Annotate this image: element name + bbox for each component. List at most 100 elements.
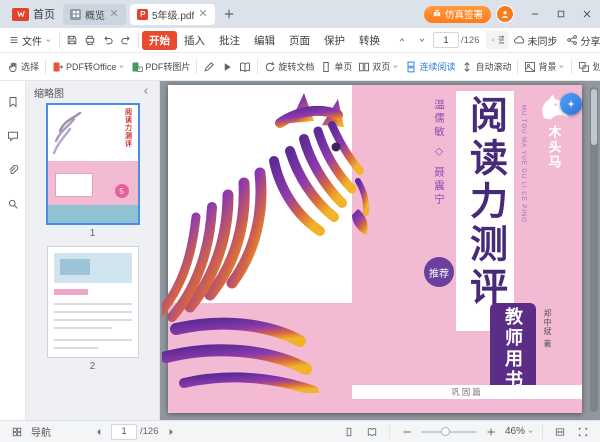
continuous-read-label: 连续阅读 [419,60,455,73]
zoom-slider[interactable] [421,431,477,433]
navigation-icon[interactable] [8,423,26,441]
fit-width-icon[interactable] [551,423,569,441]
read-mode-icon[interactable] [236,58,254,76]
page-total-label: /126 [461,35,480,46]
menu-tab-protect[interactable]: 保护 [317,31,352,50]
pdf-page-1: 温儒敏 ◇ 聂震宁 推荐 阅读力测评 MU TOU MA YUE DU LI C… [168,85,582,413]
home-button[interactable]: 首页 [4,0,63,28]
divider [59,33,60,48]
recommenders-text: 温儒敏 ◇ 聂震宁 [432,99,447,207]
background-button[interactable]: 背景 [521,58,568,75]
tab-overview[interactable]: 概览 [63,4,126,25]
window-tab-bar: 首页 概览 5年级.pdf 仿 [0,0,600,28]
book-view-icon[interactable] [363,423,381,441]
pdf-to-image-button[interactable]: PDF转图片 [128,58,193,75]
new-tab-button[interactable] [219,4,239,24]
menu-tab-start[interactable]: 开始 [142,31,177,50]
close-tab-icon[interactable] [109,8,119,21]
thumbnail-page-2[interactable] [47,246,139,358]
collapse-panel-icon[interactable] [141,86,151,99]
play-icon[interactable] [218,58,236,76]
brand-name: 木头马 [545,125,564,170]
search-box[interactable] [486,31,509,49]
pdf-reader-window: 首页 概览 5年级.pdf 仿 [0,0,600,442]
fullscreen-icon[interactable] [574,423,592,441]
divider [571,59,572,74]
single-page-label: 单页 [334,60,352,73]
close-tab-icon[interactable] [198,8,208,21]
next-page-icon[interactable] [413,31,431,49]
select-tool-button[interactable]: 选择 [4,58,42,75]
comment-panel-icon[interactable] [4,127,22,145]
thumbnail-panel-header: 缩略图 [26,81,159,103]
attachment-panel-icon[interactable] [4,161,22,179]
tab-document[interactable]: 5年级.pdf [130,4,215,25]
pdf-file-icon [137,9,148,20]
bookmark-panel-icon[interactable] [4,93,22,111]
thumbnail-1-title: 阅读力测评 [123,108,133,148]
print-icon[interactable] [81,31,99,49]
recommend-badge: 推荐 [424,257,454,287]
single-page-view-icon[interactable] [340,423,358,441]
pdf-to-office-button[interactable]: PDF转Office [49,58,128,75]
promo-badge[interactable]: 仿真签署 [424,6,491,23]
tab-overview-label: 概览 [85,7,105,22]
menu-tab-annotate[interactable]: 批注 [212,31,247,50]
home-label: 首页 [33,6,55,22]
zebra-illustration [162,89,394,393]
divider [196,59,197,74]
menu-tab-convert[interactable]: 转换 [352,31,387,50]
overview-icon [70,9,81,20]
share-button[interactable]: 分享 [562,31,600,50]
zoom-in-icon[interactable] [482,423,500,441]
auto-scroll-button[interactable]: 自动滚动 [458,58,514,75]
document-canvas[interactable]: 温儒敏 ◇ 聂震宁 推荐 阅读力测评 MU TOU MA YUE DU LI C… [160,81,600,420]
share-label: 分享 [581,33,600,48]
grade-badge: 5 [115,184,129,198]
undo-icon[interactable] [99,31,117,49]
menu-tab-insert[interactable]: 插入 [177,31,212,50]
wps-logo-icon [12,8,29,21]
close-window-button[interactable] [574,0,600,28]
thumbnail-1-card [55,173,93,197]
word-translate-button[interactable]: 划词翻译 [575,58,600,75]
thumbnail-page-1[interactable]: 阅读力测评 5 [46,103,140,225]
teacher-book-label: 教师用书 [500,307,526,391]
zoom-level-button[interactable]: 46% [505,426,534,437]
zoom-out-icon[interactable] [398,423,416,441]
zoom-slider-knob[interactable] [441,427,450,436]
previous-page-icon[interactable] [393,31,411,49]
menu-tab-page[interactable]: 页面 [282,31,317,50]
sync-label: 未同步 [528,33,558,48]
page-number-input[interactable]: 1 [111,424,137,440]
file-menu[interactable]: 文件 [5,31,56,50]
previous-page-icon[interactable] [90,423,108,441]
assistant-button[interactable] [560,93,582,115]
sync-status[interactable]: 未同步 [509,31,562,50]
menu-tab-edit[interactable]: 编辑 [247,31,282,50]
minimize-button[interactable] [522,0,548,28]
single-page-button[interactable]: 单页 [317,58,355,75]
save-icon[interactable] [63,31,81,49]
double-page-button[interactable]: 双页 [355,58,402,75]
continuous-read-button[interactable]: 连续阅读 [402,58,458,75]
edit-icon[interactable] [200,58,218,76]
scrollbar-thumb[interactable] [591,89,597,145]
user-avatar[interactable] [496,5,514,23]
search-panel-icon[interactable] [4,195,22,213]
page-navigation: 1 /126 [393,31,480,49]
divider [45,59,46,74]
brand-latin-text: MU TOU MA YUE DU LI CE PING [520,105,526,223]
redo-icon[interactable] [117,31,135,49]
vertical-scrollbar[interactable] [590,87,598,412]
next-page-icon[interactable] [162,423,180,441]
rotate-document-button[interactable]: 旋转文档 [261,58,317,75]
page-number-input[interactable]: 1 [433,32,459,48]
maximize-button[interactable] [548,0,574,28]
thumbnail-2-banner-image [60,259,90,275]
thumbnail-panel-title: 缩略图 [34,85,64,100]
select-label: 选择 [21,60,39,73]
search-input[interactable] [498,35,504,45]
background-label: 背景 [538,60,556,73]
thumbnail-2-text-line [54,347,98,349]
